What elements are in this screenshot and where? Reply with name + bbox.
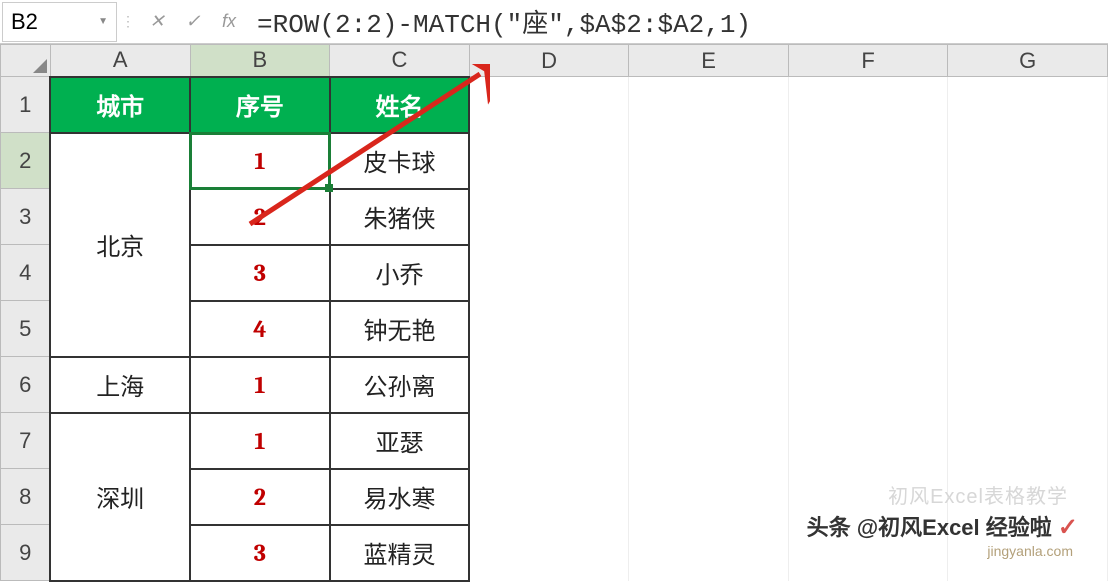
row-header-5[interactable]: 5 [1, 301, 51, 357]
header-seq[interactable]: 序号 [190, 77, 330, 133]
cancel-icon[interactable]: ✕ [145, 10, 169, 34]
cell-F1[interactable] [788, 77, 948, 133]
cell-D2[interactable] [469, 133, 629, 189]
cell-name[interactable]: 公孙离 [330, 357, 470, 413]
cell-F4[interactable] [788, 245, 948, 301]
cell-seq[interactable]: 1 [190, 413, 330, 469]
divider: ⋮ [119, 13, 137, 30]
cell-G7[interactable] [948, 413, 1108, 469]
cell-D8[interactable] [469, 469, 629, 525]
fx-icon[interactable]: fx [217, 10, 241, 34]
formula-text: =ROW(2:2)-MATCH("座",$A$2:$A2,1) [257, 3, 751, 40]
cell-D5[interactable] [469, 301, 629, 357]
row-header-1[interactable]: 1 [1, 77, 51, 133]
col-header-A[interactable]: A [50, 45, 190, 77]
row-header-2[interactable]: 2 [1, 133, 51, 189]
cell-F3[interactable] [788, 189, 948, 245]
cell-seq[interactable]: 2 [190, 189, 330, 245]
row-header-8[interactable]: 8 [1, 469, 51, 525]
cell-E1[interactable] [629, 77, 789, 133]
watermark-2-prefix: 头条 @ [807, 515, 879, 540]
formula-input[interactable]: =ROW(2:2)-MATCH("座",$A$2:$A2,1) [249, 2, 1108, 42]
column-headers-row: A B C D E F G [1, 45, 1108, 77]
check-icon: ✓ [1058, 514, 1078, 541]
cell-E5[interactable] [629, 301, 789, 357]
watermark-3: jingyanla.com [987, 543, 1073, 559]
row-header-3[interactable]: 3 [1, 189, 51, 245]
name-box[interactable]: B2 ▼ [2, 2, 117, 42]
cell-F2[interactable] [788, 133, 948, 189]
cell-name[interactable]: 易水寒 [330, 469, 470, 525]
col-header-B[interactable]: B [190, 45, 330, 77]
cell-G1[interactable] [948, 77, 1108, 133]
cell-name[interactable]: 蓝精灵 [330, 525, 470, 581]
cell-name[interactable]: 皮卡球 [330, 133, 470, 189]
cell-D9[interactable] [469, 525, 629, 581]
cell-city-beijing[interactable]: 北京 [50, 133, 190, 357]
table-row: 1 城市 序号 姓名 [1, 77, 1108, 133]
cell-G6[interactable] [948, 357, 1108, 413]
formula-bar: B2 ▼ ⋮ ✕ ✓ fx =ROW(2:2)-MATCH("座",$A$2:$… [0, 0, 1108, 44]
header-name[interactable]: 姓名 [330, 77, 470, 133]
table-row: 2 北京 1 皮卡球 [1, 133, 1108, 189]
cell-E3[interactable] [629, 189, 789, 245]
row-header-6[interactable]: 6 [1, 357, 51, 413]
cell-E7[interactable] [629, 413, 789, 469]
cell-G3[interactable] [948, 189, 1108, 245]
cell-seq[interactable]: 2 [190, 469, 330, 525]
row-header-7[interactable]: 7 [1, 413, 51, 469]
cell-seq[interactable]: 3 [190, 525, 330, 581]
cell-G2[interactable] [948, 133, 1108, 189]
name-box-value: B2 [11, 9, 38, 35]
cell-F7[interactable] [788, 413, 948, 469]
watermark-2-text: 初风Excel 经验啦 [878, 515, 1052, 540]
row-header-4[interactable]: 4 [1, 245, 51, 301]
cell-name[interactable]: 朱猪侠 [330, 189, 470, 245]
col-header-E[interactable]: E [629, 45, 789, 77]
cell-D3[interactable] [469, 189, 629, 245]
cell-city-shenzhen[interactable]: 深圳 [50, 413, 190, 581]
watermark-1: 初风Excel表格教学 [888, 480, 1068, 509]
row-header-9[interactable]: 9 [1, 525, 51, 581]
cell-F5[interactable] [788, 301, 948, 357]
cell-E4[interactable] [629, 245, 789, 301]
cell-name[interactable]: 钟无艳 [330, 301, 470, 357]
cell-G4[interactable] [948, 245, 1108, 301]
col-header-G[interactable]: G [948, 45, 1108, 77]
col-header-C[interactable]: C [330, 45, 470, 77]
table-row: 6 上海 1 公孙离 [1, 357, 1108, 413]
cell-name[interactable]: 亚瑟 [330, 413, 470, 469]
table-row: 7 深圳 1 亚瑟 [1, 413, 1108, 469]
cell-D6[interactable] [469, 357, 629, 413]
select-all-corner[interactable] [1, 45, 51, 77]
cell-E8[interactable] [629, 469, 789, 525]
cell-D7[interactable] [469, 413, 629, 469]
col-header-F[interactable]: F [788, 45, 948, 77]
formula-bar-buttons: ✕ ✓ fx [137, 10, 249, 34]
cell-name[interactable]: 小乔 [330, 245, 470, 301]
cell-G5[interactable] [948, 301, 1108, 357]
cell-seq[interactable]: 3 [190, 245, 330, 301]
cell-seq[interactable]: 4 [190, 301, 330, 357]
col-header-D[interactable]: D [469, 45, 629, 77]
cell-B2-selected[interactable]: 1 [190, 133, 330, 189]
cell-E6[interactable] [629, 357, 789, 413]
cell-E2[interactable] [629, 133, 789, 189]
watermark-2: 头条 @初风Excel 经验啦 ✓ [807, 510, 1078, 542]
confirm-icon[interactable]: ✓ [181, 10, 205, 34]
header-city[interactable]: 城市 [50, 77, 190, 133]
chevron-down-icon[interactable]: ▼ [98, 16, 108, 27]
cell-F6[interactable] [788, 357, 948, 413]
cell-D4[interactable] [469, 245, 629, 301]
cell-D1[interactable] [469, 77, 629, 133]
cell-E9[interactable] [629, 525, 789, 581]
cell-city-shanghai[interactable]: 上海 [50, 357, 190, 413]
cell-seq[interactable]: 1 [190, 357, 330, 413]
